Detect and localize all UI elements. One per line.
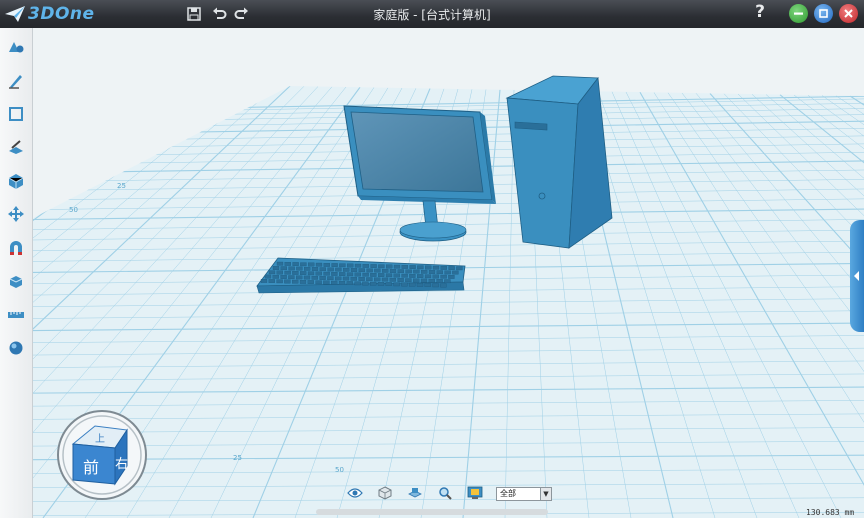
render-mode-icon[interactable] — [465, 484, 485, 502]
close-button[interactable] — [839, 4, 858, 23]
horizontal-scrollbar[interactable] — [316, 509, 548, 515]
filter-select[interactable]: 全部 ▼ — [496, 487, 552, 501]
3d-viewport[interactable]: 25 50 25 50 上 前 右 — [33, 28, 864, 518]
minimize-button[interactable] — [789, 4, 808, 23]
measure-icon[interactable] — [7, 306, 25, 324]
coordinate-readout: 130.683 mm — [806, 508, 855, 517]
feature-icon[interactable] — [7, 138, 25, 156]
sketch-icon[interactable] — [7, 72, 25, 90]
group-icon[interactable] — [7, 272, 25, 290]
basic-edit-icon[interactable] — [7, 205, 25, 223]
restore-button[interactable] — [814, 4, 833, 23]
pc-tower-model[interactable] — [505, 75, 613, 249]
chevron-left-icon — [854, 271, 859, 281]
grid-label: 50 — [69, 206, 78, 214]
title-bar: 3DOne 家庭版 - [台式计算机] ? — [0, 0, 864, 28]
right-panel-toggle[interactable] — [850, 220, 864, 332]
chevron-down-icon[interactable]: ▼ — [540, 488, 551, 500]
logo-text: 3DOne — [28, 4, 95, 24]
view-cube[interactable]: 上 前 右 — [55, 408, 150, 503]
undo-icon[interactable] — [209, 4, 229, 24]
restore-icon — [819, 9, 828, 18]
cube-front-label: 前 — [83, 458, 99, 477]
cube-top-label: 上 — [95, 433, 105, 445]
workplane-grid: 25 50 25 50 — [33, 28, 864, 518]
minus-icon — [794, 12, 803, 15]
render-icon[interactable] — [7, 339, 25, 357]
close-icon — [844, 9, 853, 18]
sketch-edit-icon[interactable] — [7, 105, 25, 123]
grid-label: 25 — [117, 182, 126, 190]
grid-label: 25 — [233, 454, 242, 462]
cube-right-label: 右 — [115, 457, 128, 472]
help-button[interactable]: ? — [752, 2, 768, 24]
grid-label: 50 — [335, 466, 344, 474]
app-logo: 3DOne — [4, 3, 95, 25]
display-mode-icon[interactable] — [375, 484, 395, 502]
view-icon[interactable] — [345, 484, 365, 502]
filter-select-value: 全部 — [500, 489, 516, 498]
special-feature-icon[interactable] — [7, 172, 25, 190]
combine-icon[interactable] — [7, 239, 25, 257]
paper-plane-icon — [5, 6, 25, 22]
save-icon[interactable] — [184, 4, 204, 24]
redo-icon[interactable] — [232, 4, 252, 24]
zoom-icon[interactable] — [435, 484, 455, 502]
view-plane-icon[interactable] — [405, 484, 425, 502]
window-title: 家庭版 - [台式计算机] — [373, 8, 491, 22]
basic-solid-icon[interactable] — [7, 38, 25, 56]
bottom-toolbar — [345, 484, 495, 502]
left-toolbar — [0, 28, 33, 518]
